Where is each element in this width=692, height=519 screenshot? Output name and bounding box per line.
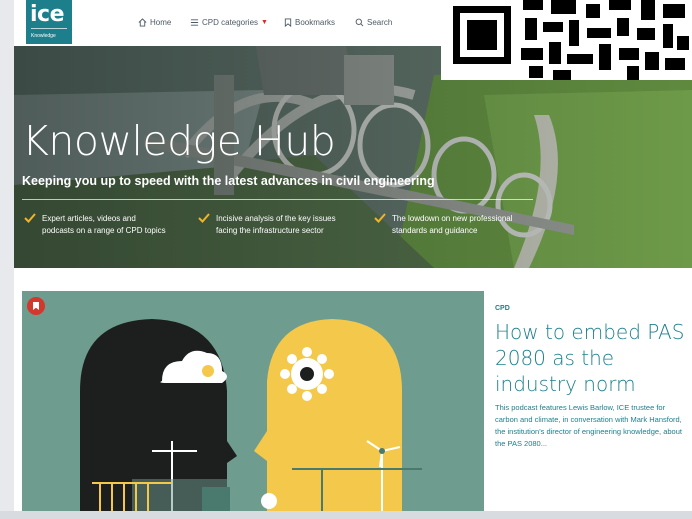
article-image[interactable]	[22, 291, 484, 519]
article-summary: This podcast features Lewis Barlow, ICE …	[495, 403, 682, 448]
list-icon	[190, 19, 199, 26]
nav-cpd-categories[interactable]: CPD categories ▼	[190, 18, 268, 27]
article-illustration	[22, 291, 484, 519]
bookmark-icon	[33, 302, 39, 310]
top-navigation-bar: ice Knowledge Home CPD categories ▼ Book…	[14, 0, 692, 80]
article-title[interactable]: How to embed PAS 2080 as the industry no…	[495, 319, 685, 397]
nav-label: Home	[150, 18, 172, 27]
feature-line: facing the infrastructure sector	[216, 226, 324, 235]
article-card: CPD How to embed PAS 2080 as the industr…	[495, 291, 692, 519]
check-icon	[374, 213, 386, 223]
nav-search[interactable]: Search	[355, 18, 392, 27]
bookmark-button[interactable]	[27, 297, 45, 315]
feature-line: standards and guidance	[392, 226, 478, 235]
check-icon	[24, 213, 36, 223]
search-icon	[355, 18, 364, 27]
ice-logo[interactable]: ice Knowledge	[26, 0, 72, 44]
check-icon	[198, 213, 210, 223]
hero-title: Knowledge Hub	[22, 117, 336, 165]
page: Knowledge Hub Keeping you up to speed wi…	[14, 0, 692, 519]
nav-label: Bookmarks	[295, 18, 336, 27]
feature-line: podcasts on a range of CPD topics	[42, 226, 166, 235]
bookmark-icon	[284, 18, 292, 27]
home-icon	[138, 18, 147, 27]
feature-line: Incisive analysis of the key issues	[216, 214, 336, 223]
nav-home[interactable]: Home	[138, 18, 171, 27]
bottom-edge	[0, 511, 692, 519]
article-category[interactable]: CPD	[495, 305, 510, 312]
feature-line: The lowdown on new professional	[392, 214, 513, 223]
nav-label: CPD categories	[202, 18, 259, 27]
chevron-down-icon: ▼	[261, 19, 268, 26]
hero-divider	[22, 199, 533, 200]
qr-code-image	[441, 0, 692, 80]
logo-subtitle: Knowledge	[31, 33, 56, 39]
logo-text: ice	[30, 2, 65, 27]
nav-bookmarks[interactable]: Bookmarks	[284, 18, 335, 27]
nav-label: Search	[367, 18, 393, 27]
feature-line: Expert articles, videos and	[42, 214, 136, 223]
hero-subtitle: Keeping you up to speed with the latest …	[22, 174, 435, 188]
logo-divider	[31, 28, 67, 29]
